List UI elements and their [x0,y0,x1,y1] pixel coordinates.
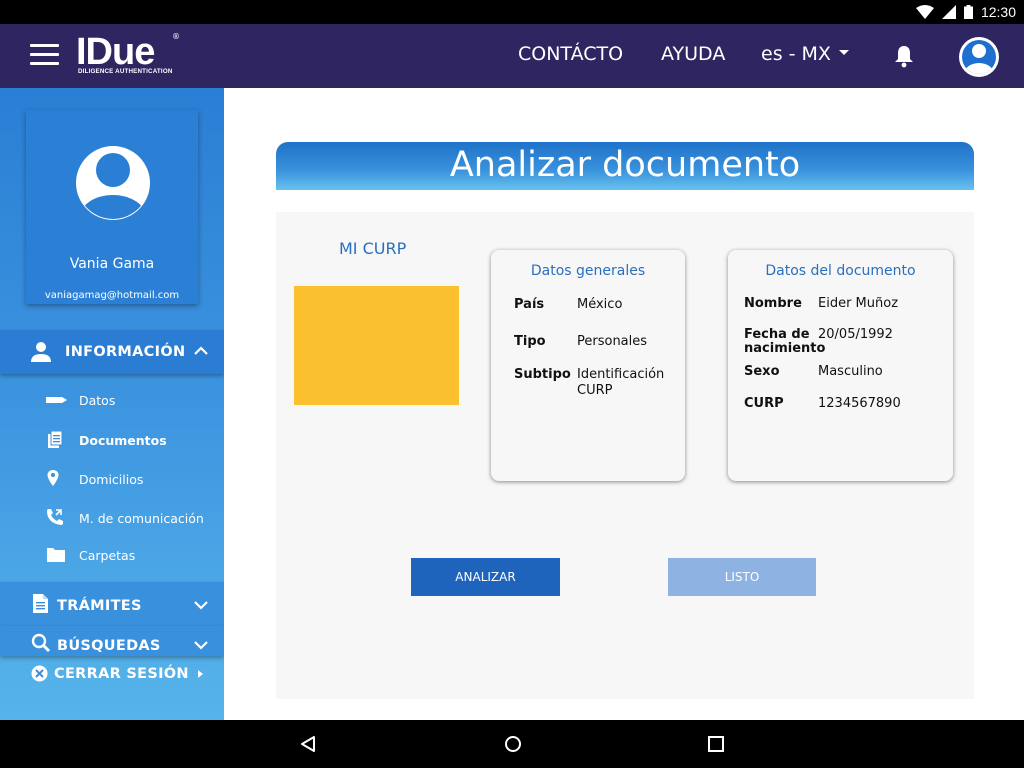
battery-icon [963,5,973,19]
profile-email: vaniagamag@hotmail.com [44,290,180,301]
android-status-bar: 12:30 [0,0,1024,24]
section-label-busquedas: BÚSQUEDAS [57,638,161,654]
sidebar-item-label: Documentos [79,433,167,448]
row-value-tipo: Personales [577,334,648,349]
bell-icon[interactable] [894,44,914,68]
sidebar-section-informacion[interactable]: INFORMACIÓN [0,330,224,374]
chevron-up-icon [194,346,208,355]
document-image-placeholder [294,286,459,405]
logo-tagline: DILIGENCE AUTHENTICATION [78,68,173,75]
row-label-fecha: Fecha de nacimiento [744,327,826,356]
row-label-pais: País [514,297,545,312]
row-value-nombre: Eider Muñoz [818,296,899,311]
analyze-button[interactable]: ANALIZAR [411,558,560,596]
language-selector[interactable]: es - MX [761,43,849,65]
general-data-card: Datos generales País México Tipo Persona… [491,250,685,481]
sidebar-section-busquedas[interactable]: BÚSQUEDAS [0,626,224,656]
folder-icon [47,548,65,562]
back-icon[interactable] [298,734,318,754]
document-data-card: Datos del documento Nombre Eider Muñoz F… [728,250,953,481]
profile-card: Vania Gama vaniagamag@hotmail.com [26,110,198,304]
close-circle-icon [31,665,48,682]
recents-icon[interactable] [706,734,726,754]
row-value-fecha: 20/05/1992 [818,327,893,342]
status-time: 12:30 [980,4,1016,20]
sidebar-item-label: Datos [79,393,116,408]
sidebar-item-label: M. de comunicación [79,511,204,526]
idue-logo[interactable]: IDue ® DILIGENCE AUTHENTICATION [76,31,181,80]
tag-icon [46,397,67,403]
chevron-down-icon [838,50,849,55]
card-title: Datos del documento [765,263,916,279]
avatar [76,146,150,220]
menu-icon[interactable] [30,44,60,68]
file-icon [33,594,48,613]
row-value-pais: México [577,297,623,312]
row-label-tipo: Tipo [514,334,546,349]
section-label-informacion: INFORMACIÓN [65,344,186,360]
row-value-subtipo: Identificación CURP [577,367,665,398]
sidebar-item-documentos[interactable]: Documentos [0,423,224,457]
row-label-nombre: Nombre [744,296,802,311]
chevron-down-icon [194,601,208,610]
sidebar-item-carpetas[interactable]: Carpetas [0,538,224,572]
sidebar-item-label: Carpetas [79,548,136,563]
android-nav-bar [0,720,1024,768]
language-value: es - MX [761,43,831,65]
done-button[interactable]: LISTO [668,558,816,596]
chevron-down-icon [194,641,208,650]
sidebar-item-label: Domicilios [79,472,144,487]
sidebar-item-domicilios[interactable]: Domicilios [0,462,224,496]
sidebar-item-datos[interactable]: Datos [0,383,224,417]
profile-name: Vania Gama [69,256,155,272]
document-title: MI CURP [339,239,407,258]
contact-link[interactable]: CONTÁCTO [518,43,623,65]
logout-label: CERRAR SESIÓN [54,666,189,682]
search-icon [31,633,51,653]
phone-icon [47,509,63,525]
row-label-curp: CURP [744,396,784,411]
row-value-curp: 1234567890 [818,396,901,411]
wifi-icon [915,5,934,19]
home-icon[interactable] [503,734,523,754]
section-label-tramites: TRÁMITES [57,598,142,614]
row-label-subtipo: Subtipo [514,367,571,382]
signal-icon [941,5,956,19]
app-header: IDue ® DILIGENCE AUTHENTICATION CONTÁCTO… [0,24,1024,88]
chevron-right-icon [198,670,203,678]
user-avatar-icon[interactable] [958,36,1000,78]
row-value-sexo: Masculino [818,364,883,379]
page-title: Analizar documento [276,142,974,190]
location-pin-icon [47,470,59,486]
row-label-sexo: Sexo [744,364,780,379]
sidebar: Vania Gama vaniagamag@hotmail.com INFORM… [0,88,224,720]
help-link[interactable]: AYUDA [661,43,725,65]
documents-icon [48,431,63,448]
logout-item[interactable]: CERRAR SESIÓN [0,658,224,692]
sidebar-item-comunicacion[interactable]: M. de comunicación [0,501,224,535]
card-title: Datos generales [530,263,646,279]
person-icon [31,342,51,362]
logo-registered-mark: ® [172,32,180,41]
sidebar-section-tramites[interactable]: TRÁMITES [0,582,224,626]
